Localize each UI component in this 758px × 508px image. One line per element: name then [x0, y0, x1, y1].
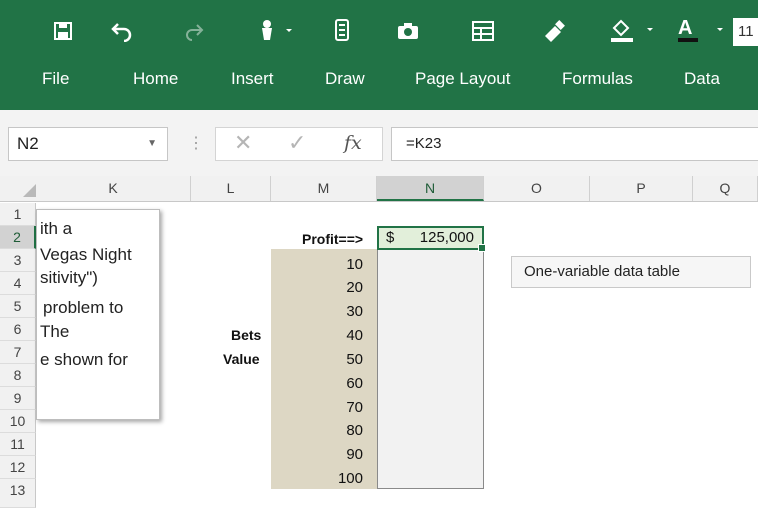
bets-label[interactable]: Bets: [231, 324, 261, 347]
ribbon-tabs: File Home Insert Draw Page Layout Formul…: [0, 62, 758, 96]
profit-value: 125,000: [419, 229, 474, 246]
text-box-line: sitivity"): [40, 268, 98, 287]
row-header-2[interactable]: 2: [0, 226, 36, 249]
column-header-m[interactable]: M: [271, 176, 377, 201]
fill-color-icon[interactable]: [608, 16, 654, 44]
column-header-k[interactable]: K: [36, 176, 191, 201]
bet-value-cell[interactable]: 20: [271, 276, 363, 299]
camera-icon[interactable]: [396, 22, 420, 40]
bet-value-cell[interactable]: 30: [271, 300, 363, 323]
formula-buttons: ✕ ✓ fx: [215, 127, 383, 161]
text-box-line: problem to: [43, 298, 124, 317]
formula-input[interactable]: =K23: [391, 127, 758, 161]
ribbon: A 11 File Home Insert Draw Page Layout F…: [0, 0, 758, 110]
undo-icon[interactable]: [110, 20, 134, 43]
svg-text:A: A: [678, 17, 692, 39]
column-header-n[interactable]: N: [377, 176, 484, 201]
bet-value-cell[interactable]: 80: [271, 419, 363, 442]
touch-mode-icon[interactable]: [256, 18, 292, 42]
row-header-1[interactable]: 1: [0, 203, 36, 226]
form-icon[interactable]: [334, 18, 350, 42]
bet-value-cell[interactable]: 40: [271, 324, 363, 347]
font-size-box[interactable]: 11: [733, 18, 758, 46]
redo-icon[interactable]: [183, 22, 205, 42]
row-header-7[interactable]: 7: [0, 341, 36, 364]
bet-value-cell[interactable]: 10: [271, 253, 363, 276]
bet-value-cell[interactable]: 60: [271, 372, 363, 395]
bet-value-cell[interactable]: 50: [271, 348, 363, 371]
name-box-value: N2: [17, 134, 39, 153]
tab-insert[interactable]: Insert: [231, 62, 274, 96]
row-header-13[interactable]: 13: [0, 479, 36, 508]
text-box-line: e shown for: [40, 350, 128, 369]
text-box-line: Vegas Night: [40, 245, 132, 264]
tab-data[interactable]: Data: [684, 62, 720, 96]
tab-file[interactable]: File: [42, 62, 69, 96]
column-header-q[interactable]: Q: [693, 176, 758, 201]
row-header-4[interactable]: 4: [0, 272, 36, 295]
text-box-line: The: [40, 322, 70, 341]
column-header-o[interactable]: O: [484, 176, 590, 201]
bet-value-cell[interactable]: 90: [271, 443, 363, 466]
bet-value-cell[interactable]: 70: [271, 396, 363, 419]
row-header-6[interactable]: 6: [0, 318, 36, 341]
format-painter-icon[interactable]: [541, 20, 567, 42]
bet-value-cell[interactable]: 100: [271, 467, 363, 490]
row-header-5[interactable]: 5: [0, 295, 36, 318]
result-column-range[interactable]: [377, 249, 484, 489]
text-box[interactable]: ith a Vegas Night sitivity") problem to …: [36, 209, 160, 420]
row-header-10[interactable]: 10: [0, 410, 36, 433]
insert-function-icon[interactable]: fx: [344, 132, 362, 154]
font-color-icon[interactable]: A: [676, 16, 730, 44]
column-header-p[interactable]: P: [590, 176, 693, 201]
grip-icon: ⋮: [188, 135, 204, 152]
chevron-down-icon[interactable]: ▼: [147, 128, 157, 160]
fill-handle[interactable]: [478, 244, 486, 252]
row-header-9[interactable]: 9: [0, 387, 36, 410]
tab-page-layout[interactable]: Page Layout: [415, 62, 510, 96]
column-headers: K L M N O P Q: [36, 176, 758, 202]
row-header-11[interactable]: 11: [0, 433, 36, 456]
value-label[interactable]: Value: [223, 348, 260, 371]
tab-formulas[interactable]: Formulas: [562, 62, 633, 96]
save-icon[interactable]: [52, 20, 74, 42]
row-header-12[interactable]: 12: [0, 456, 36, 479]
currency-symbol: $: [386, 229, 395, 246]
tab-home[interactable]: Home: [133, 62, 178, 96]
row-header-3[interactable]: 3: [0, 249, 36, 272]
column-header-l[interactable]: L: [191, 176, 271, 201]
row-header-8[interactable]: 8: [0, 364, 36, 387]
selected-cell-n2[interactable]: $ 125,000: [377, 226, 486, 252]
text-box-line: ith a: [40, 219, 73, 238]
table-icon[interactable]: [471, 20, 495, 42]
profit-label[interactable]: Profit==>: [302, 228, 363, 251]
cancel-icon[interactable]: ✕: [234, 130, 252, 156]
confirm-icon[interactable]: ✓: [288, 130, 306, 156]
tab-draw[interactable]: Draw: [325, 62, 365, 96]
note-text-box[interactable]: One-variable data table: [511, 256, 751, 288]
name-box[interactable]: N2 ▼: [8, 127, 168, 161]
